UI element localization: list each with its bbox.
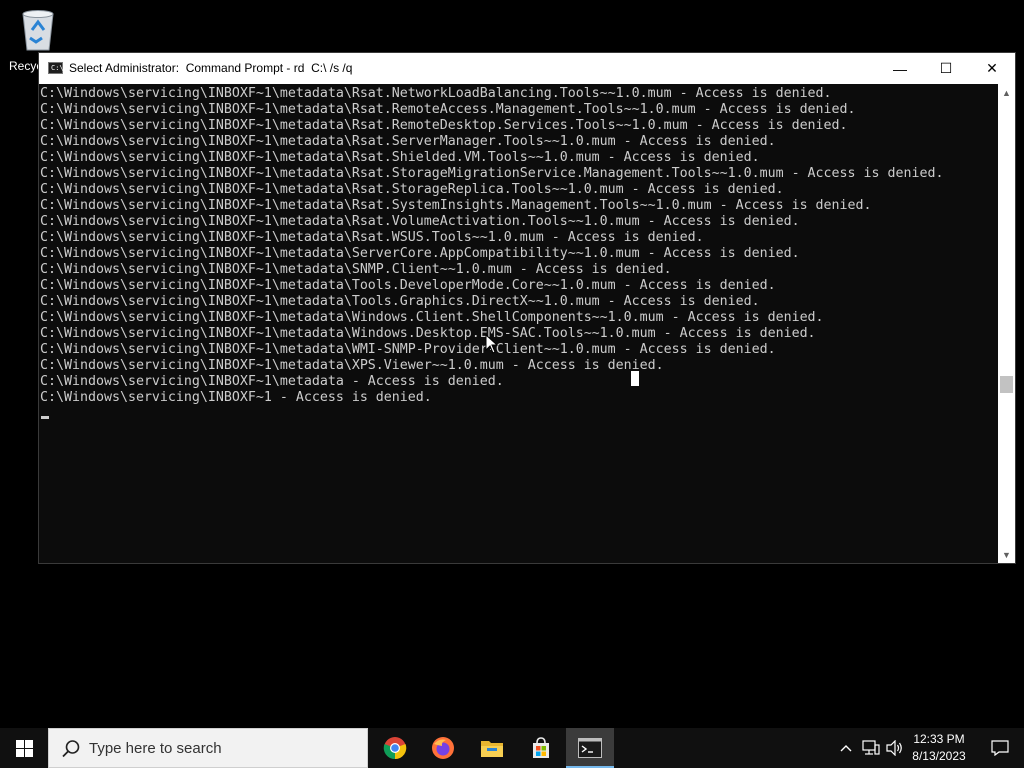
command-prompt-icon bbox=[578, 738, 602, 758]
console-line: C:\Windows\servicing\INBOXF~1\metadata\R… bbox=[40, 166, 944, 181]
command-prompt-icon[interactable]: C:\_ bbox=[48, 62, 68, 74]
network-button[interactable] bbox=[860, 728, 882, 768]
desktop: Recyc C:\_ Select Administrator: Command… bbox=[0, 0, 1024, 768]
console-line: C:\Windows\servicing\INBOXF~1\metadata\S… bbox=[40, 246, 800, 261]
console-line: C:\Windows\servicing\INBOXF~1\metadata\W… bbox=[40, 326, 816, 341]
scroll-down-button[interactable]: ▼ bbox=[998, 546, 1015, 563]
clock-date: 8/13/2023 bbox=[912, 749, 966, 763]
firefox-icon bbox=[432, 737, 454, 759]
clock-time: 12:33 PM bbox=[913, 732, 965, 746]
maximize-icon: ☐ bbox=[939, 60, 953, 76]
app-icon-glyph: C:\_ bbox=[51, 64, 68, 72]
taskbar-app-file-explorer[interactable] bbox=[468, 728, 516, 768]
window-titlebar[interactable]: C:\_ Select Administrator: Command Promp… bbox=[39, 53, 1015, 84]
start-button[interactable] bbox=[0, 728, 48, 768]
volume-button[interactable] bbox=[884, 728, 906, 768]
file-explorer-icon bbox=[481, 741, 503, 757]
text-caret bbox=[41, 416, 49, 419]
mouse-pointer-icon bbox=[485, 334, 499, 354]
console-line: C:\Windows\servicing\INBOXF~1\metadata\R… bbox=[40, 230, 704, 245]
console-line: C:\Windows\servicing\INBOXF~1\metadata\R… bbox=[40, 198, 872, 213]
minimize-button[interactable]: — bbox=[877, 53, 923, 84]
network-icon bbox=[862, 740, 880, 755]
scroll-up-button[interactable]: ▲ bbox=[998, 84, 1015, 101]
console-line: C:\Windows\servicing\INBOXF~1\metadata\W… bbox=[40, 310, 824, 325]
vertical-scrollbar[interactable]: ▲ ▼ bbox=[998, 84, 1015, 563]
search-icon bbox=[62, 740, 80, 758]
console-line: C:\Windows\servicing\INBOXF~1\metadata\R… bbox=[40, 150, 760, 165]
taskbar-clock[interactable]: 12:33 PM 8/13/2023 bbox=[904, 731, 974, 765]
notification-icon bbox=[991, 740, 1009, 756]
console-line: C:\Windows\servicing\INBOXF~1\metadata\R… bbox=[40, 102, 856, 117]
console-line: C:\Windows\servicing\INBOXF~1\metadata\X… bbox=[40, 358, 664, 373]
show-hidden-icons-button[interactable] bbox=[836, 728, 856, 768]
console-line: C:\Windows\servicing\INBOXF~1\metadata\W… bbox=[40, 342, 776, 357]
scroll-thumb[interactable] bbox=[1000, 376, 1013, 393]
maximize-button[interactable]: ☐ bbox=[923, 53, 969, 84]
minimize-icon: — bbox=[893, 60, 907, 77]
windows-logo-icon bbox=[15, 739, 33, 757]
console-lines: C:\Windows\servicing\INBOXF~1\metadata\R… bbox=[39, 84, 1000, 406]
store-icon bbox=[533, 737, 549, 758]
taskbar-app-chrome[interactable] bbox=[371, 728, 419, 768]
search-placeholder: Type here to search bbox=[89, 740, 222, 757]
console-line: C:\Windows\servicing\INBOXF~1\metadata\R… bbox=[40, 118, 848, 133]
taskbar-app-firefox[interactable] bbox=[419, 728, 467, 768]
console-line: C:\Windows\servicing\INBOXF~1\metadata\S… bbox=[40, 262, 672, 277]
console-line: C:\Windows\servicing\INBOXF~1\metadata\R… bbox=[40, 134, 776, 149]
console-line: C:\Windows\servicing\INBOXF~1\metadata\T… bbox=[40, 294, 760, 309]
selection-cursor-block bbox=[631, 371, 639, 386]
taskbar-app-store[interactable] bbox=[517, 728, 565, 768]
console-line: C:\Windows\servicing\INBOXF~1\metadata\R… bbox=[40, 86, 832, 101]
console-line: C:\Windows\servicing\INBOXF~1\metadata\R… bbox=[40, 214, 800, 229]
close-icon: ✕ bbox=[986, 60, 998, 76]
volume-icon bbox=[886, 740, 902, 756]
taskbar-search-box[interactable]: Type here to search bbox=[48, 728, 368, 768]
console-output[interactable]: C:\Windows\servicing\INBOXF~1\metadata\R… bbox=[39, 84, 1000, 563]
window-title: Select Administrator: Command Prompt - r… bbox=[69, 61, 353, 75]
console-line: C:\Windows\servicing\INBOXF~1\metadata -… bbox=[40, 374, 504, 389]
chevron-up-icon bbox=[840, 745, 852, 752]
taskbar: Type here to search 12:33 PM 8/13/2023 bbox=[0, 728, 1024, 768]
action-center-button[interactable] bbox=[976, 728, 1024, 768]
console-line: C:\Windows\servicing\INBOXF~1\metadata\T… bbox=[40, 278, 776, 293]
chrome-icon bbox=[383, 737, 407, 760]
console-line: C:\Windows\servicing\INBOXF~1 - Access i… bbox=[40, 390, 432, 405]
chevron-down-icon: ▼ bbox=[1002, 549, 1011, 560]
taskbar-app-command-prompt[interactable] bbox=[566, 728, 614, 768]
console-line: C:\Windows\servicing\INBOXF~1\metadata\R… bbox=[40, 182, 784, 197]
command-prompt-window[interactable]: C:\_ Select Administrator: Command Promp… bbox=[38, 52, 1016, 564]
close-button[interactable]: ✕ bbox=[969, 53, 1015, 84]
chevron-up-icon: ▲ bbox=[1002, 87, 1011, 98]
recycle-bin-icon bbox=[22, 10, 54, 51]
